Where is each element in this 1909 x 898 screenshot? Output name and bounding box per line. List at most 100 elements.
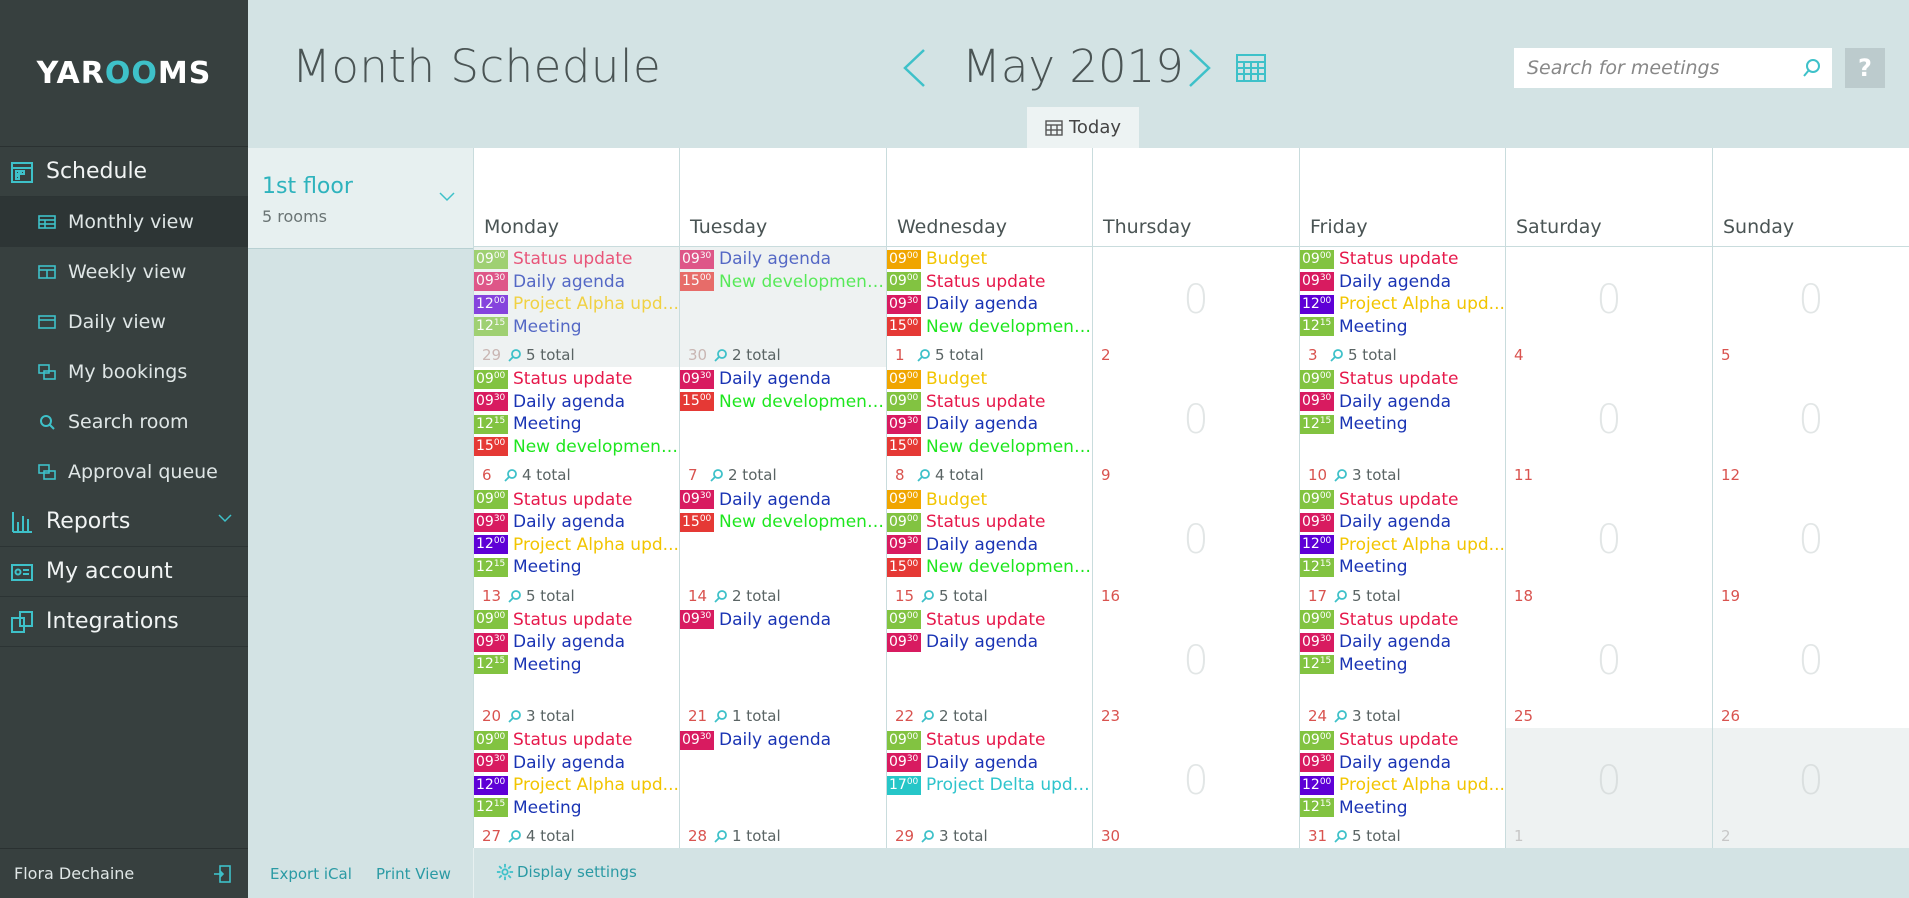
chevron-left-icon[interactable]	[900, 46, 928, 90]
calendar-event[interactable]: 0930 Daily agenda	[1300, 511, 1505, 534]
day-cell[interactable]: 0 30	[1092, 727, 1299, 849]
day-cell[interactable]: 0930 Daily agenda 21 1 total	[679, 607, 886, 729]
calendar-event[interactable]: 1215 Meeting	[1300, 796, 1505, 819]
calendar-event[interactable]: 0930 Daily agenda	[474, 271, 679, 294]
day-total-link[interactable]: 5 total	[508, 346, 575, 364]
day-cell[interactable]: 0 25	[1505, 607, 1712, 729]
today-button[interactable]: Today	[1027, 107, 1139, 148]
calendar-event[interactable]: 1200 Project Alpha upd...	[474, 774, 679, 797]
calendar-event[interactable]: 0930 Daily agenda	[680, 368, 886, 391]
calendar-event[interactable]: 0930 Daily agenda	[1300, 631, 1505, 654]
nav-my-account[interactable]: My account	[0, 547, 248, 597]
day-total-link[interactable]: 1 total	[714, 827, 781, 845]
day-total-link[interactable]: 5 total	[1334, 827, 1401, 845]
search-input[interactable]	[1514, 48, 1799, 88]
calendar-event[interactable]: 1200 Project Alpha upd...	[474, 293, 679, 316]
day-cell[interactable]: 0 16	[1092, 487, 1299, 609]
calendar-event[interactable]: 0930 Daily agenda	[1300, 391, 1505, 414]
day-cell[interactable]: 0930 Daily agenda 1500 New development... 7 2…	[679, 367, 886, 489]
day-cell[interactable]: 0 26	[1712, 607, 1909, 729]
day-cell[interactable]: 0 12	[1712, 367, 1909, 489]
calendar-event[interactable]: 0900 Status update	[474, 609, 679, 632]
calendar-event[interactable]: 1215 Meeting	[474, 654, 679, 677]
search-icon[interactable]	[1802, 58, 1822, 78]
calendar-event[interactable]: 0900 Status update	[474, 729, 679, 752]
calendar-event[interactable]: 0900 Status update	[887, 271, 1092, 294]
day-cell[interactable]: 0 19	[1712, 487, 1909, 609]
day-cell[interactable]: 0900 Status update 0930 Daily agenda 1200 Pro…	[1299, 727, 1505, 849]
calendar-event[interactable]: 0900 Budget	[887, 488, 1092, 511]
calendar-event[interactable]: 1200 Project Alpha upd...	[1300, 533, 1505, 556]
day-cell[interactable]: 0 18	[1505, 487, 1712, 609]
calendar-event[interactable]: 1500 New development...	[680, 511, 886, 534]
day-cell[interactable]: 0900 Status update 0930 Daily agenda 1200 Pro…	[473, 247, 679, 369]
calendar-event[interactable]: 0900 Budget	[887, 248, 1092, 271]
calendar-event[interactable]: 1200 Project Alpha upd...	[1300, 774, 1505, 797]
calendar-event[interactable]: 0900 Status update	[1300, 729, 1505, 752]
calendar-event[interactable]: 0900 Budget	[887, 368, 1092, 391]
calendar-event[interactable]: 0930 Daily agenda	[680, 488, 886, 511]
calendar-event[interactable]: 0930 Daily agenda	[887, 631, 1092, 654]
calendar-event[interactable]: 0930 Daily agenda	[474, 751, 679, 774]
calendar-event[interactable]: 1215 Meeting	[1300, 316, 1505, 339]
day-total-link[interactable]: 3 total	[1334, 707, 1401, 725]
nav-reports[interactable]: Reports	[0, 497, 248, 547]
calendar-event[interactable]: 1215 Meeting	[1300, 556, 1505, 579]
day-cell[interactable]: 0930 Daily agenda 1500 New development... 30…	[679, 247, 886, 369]
calendar-event[interactable]: 0900 Status update	[1300, 248, 1505, 271]
calendar-event[interactable]: 1500 New development...	[680, 271, 886, 294]
day-total-link[interactable]: 4 total	[508, 827, 575, 845]
day-total-link[interactable]: 3 total	[508, 707, 575, 725]
day-cell[interactable]: 0900 Status update 0930 Daily agenda 1215 Mee…	[473, 367, 679, 489]
day-cell[interactable]: 04	[1505, 247, 1712, 369]
print-view-link[interactable]: Print View	[376, 865, 451, 883]
calendar-event[interactable]: 0930 Daily agenda	[474, 391, 679, 414]
nav-schedule[interactable]: Schedule	[0, 147, 248, 197]
calendar-event[interactable]: 0930 Daily agenda	[1300, 271, 1505, 294]
day-total-link[interactable]: 5 total	[1334, 587, 1401, 605]
calendar-event[interactable]: 1500 New development...	[680, 391, 886, 414]
day-cell[interactable]: 02	[1092, 247, 1299, 369]
sidebar-item-approval-queue[interactable]: Approval queue	[0, 447, 248, 497]
help-button[interactable]: ?	[1845, 48, 1885, 88]
sidebar-item-my-bookings[interactable]: My bookings	[0, 347, 248, 397]
calendar-grid-icon[interactable]	[1236, 54, 1266, 82]
day-cell[interactable]: 01	[1505, 727, 1712, 849]
sidebar-item-daily-view[interactable]: Daily view	[0, 297, 248, 347]
calendar-event[interactable]: 1500 New development...	[474, 436, 679, 459]
calendar-event[interactable]: 0900 Status update	[474, 488, 679, 511]
calendar-event[interactable]: 1700 Project Delta upda...	[887, 774, 1092, 797]
day-total-link[interactable]: 5 total	[917, 346, 984, 364]
calendar-event[interactable]: 1500 New development...	[887, 436, 1092, 459]
calendar-event[interactable]: 0930 Daily agenda	[474, 631, 679, 654]
day-cell[interactable]: 0900 Status update 0930 Daily agenda 1215 Mee…	[473, 607, 679, 729]
day-total-link[interactable]: 3 total	[1334, 466, 1401, 484]
logout-icon[interactable]	[212, 864, 232, 884]
calendar-event[interactable]: 0930 Daily agenda	[680, 729, 886, 752]
app-logo[interactable]: YAR OO MS	[0, 0, 248, 147]
day-total-link[interactable]: 5 total	[921, 587, 988, 605]
day-cell[interactable]: 0 11	[1505, 367, 1712, 489]
calendar-event[interactable]: 1215 Meeting	[474, 556, 679, 579]
day-total-link[interactable]: 2 total	[714, 587, 781, 605]
day-cell[interactable]: 0900 Status update 0930 Daily agenda 1200 Pro…	[1299, 487, 1505, 609]
calendar-event[interactable]: 1215 Meeting	[474, 316, 679, 339]
export-ical-link[interactable]: Export iCal	[270, 865, 352, 883]
calendar-event[interactable]: 1215 Meeting	[474, 796, 679, 819]
calendar-event[interactable]: 0930 Daily agenda	[887, 751, 1092, 774]
day-total-link[interactable]: 1 total	[714, 707, 781, 725]
day-cell[interactable]: 0900 Budget 0900 Status update 0930 Daily age…	[886, 367, 1092, 489]
day-cell[interactable]: 0900 Status update 0930 Daily agenda 1200 Pro…	[473, 727, 679, 849]
calendar-event[interactable]: 0900 Status update	[887, 511, 1092, 534]
display-settings-link[interactable]: Display settings	[496, 863, 637, 881]
day-cell[interactable]: 0900 Status update 0930 Daily agenda 1200 Pro…	[473, 487, 679, 609]
day-total-link[interactable]: 4 total	[504, 466, 571, 484]
nav-integrations[interactable]: Integrations	[0, 597, 248, 647]
sidebar-item-search-room[interactable]: Search room	[0, 397, 248, 447]
calendar-event[interactable]: 0900 Status update	[474, 248, 679, 271]
calendar-event[interactable]: 0900 Status update	[1300, 609, 1505, 632]
calendar-event[interactable]: 1215 Meeting	[474, 413, 679, 436]
calendar-event[interactable]: 1215 Meeting	[1300, 413, 1505, 436]
day-total-link[interactable]: 4 total	[917, 466, 984, 484]
calendar-event[interactable]: 1200 Project Alpha upd...	[474, 533, 679, 556]
